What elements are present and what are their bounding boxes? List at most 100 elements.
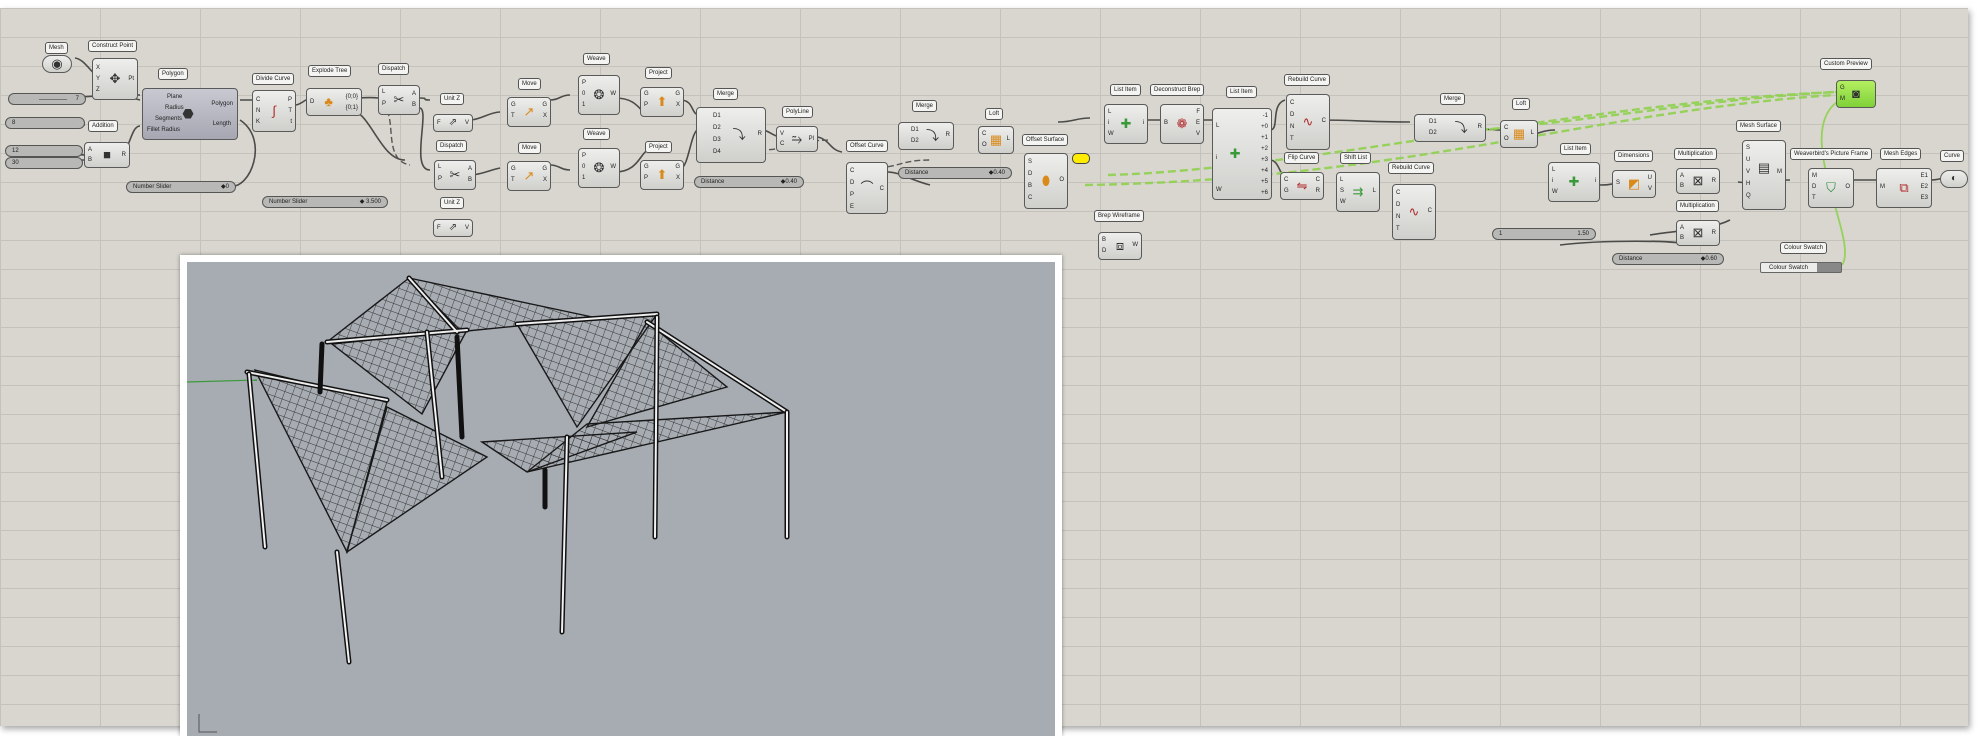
loft-label: Loft bbox=[985, 108, 1004, 120]
brep-wireframe-component[interactable]: BD ⧈ W bbox=[1098, 232, 1142, 260]
rebuild-curve-label-bottom: Rebuild Curve bbox=[1388, 162, 1435, 174]
multiplication-label-top: Multiplication bbox=[1674, 148, 1717, 160]
move-icon: ↗ bbox=[523, 104, 535, 119]
list-item-label-3: List Item bbox=[1560, 143, 1591, 155]
weaverbird-icon: ⛉ bbox=[1826, 180, 1836, 195]
unit-z-component-top[interactable]: F ⇗ V bbox=[433, 114, 473, 132]
slider-1[interactable]: 7 bbox=[8, 93, 86, 105]
flip-curve-component[interactable]: CG ⇋ CR bbox=[1280, 172, 1324, 200]
rebuild-curve-icon: ∿ bbox=[1302, 114, 1314, 129]
polyline-icon: ⥲ bbox=[791, 131, 803, 146]
tree-icon: ♣ bbox=[324, 94, 333, 109]
mesh-edges-label: Mesh Edges bbox=[1880, 148, 1922, 160]
rebuild-curve-component-top[interactable]: CDNT ∿ C bbox=[1286, 94, 1330, 150]
offset-curve-component[interactable]: CDPE ⌒ C bbox=[846, 162, 888, 214]
polygon-icon: ⬣ bbox=[182, 106, 194, 121]
polyline-component[interactable]: VC ⥲ Pl bbox=[776, 126, 818, 152]
custom-preview-component[interactable]: GM ◙ bbox=[1836, 80, 1876, 108]
dispatch-label-top: Dispatch bbox=[378, 63, 410, 75]
move-component-top[interactable]: GT ↗ GX bbox=[507, 97, 551, 127]
slider-4[interactable]: 30 bbox=[5, 157, 83, 169]
unit-z-label-top: Unit Z bbox=[440, 93, 465, 105]
construct-point-component[interactable]: XYZ ✥ Pt bbox=[92, 58, 138, 100]
distance-slider-c[interactable]: Distance ◆0.60 bbox=[1612, 253, 1724, 265]
mesh-component[interactable]: ◉ bbox=[42, 55, 72, 73]
distance-slider-b[interactable]: Distance ◆0.40 bbox=[898, 167, 1012, 179]
deconstruct-brep-component[interactable]: B ❁ FEV bbox=[1160, 104, 1204, 144]
panel-node[interactable] bbox=[1072, 153, 1090, 164]
number-slider-b[interactable]: Number Slider ◆ 3.500 bbox=[262, 196, 388, 208]
rebuild-curve-label-top: Rebuild Curve bbox=[1284, 74, 1331, 86]
divide-curve-component[interactable]: CNK ∫ PTt bbox=[252, 90, 296, 132]
dimensions-component[interactable]: S ◩ UV bbox=[1612, 170, 1656, 198]
explode-tree-label: Explode Tree bbox=[308, 65, 352, 77]
dispatch-component-top[interactable]: LP ✂ AB bbox=[378, 85, 420, 115]
list-item-icon: ✚ bbox=[1120, 116, 1132, 131]
slider-2[interactable]: 8 bbox=[5, 117, 85, 129]
loft-component[interactable]: CO ▦ L bbox=[978, 126, 1014, 154]
dimensions-label: Dimensions bbox=[1614, 150, 1654, 162]
offset-surface-component[interactable]: SDBC ⬮ O bbox=[1024, 153, 1068, 209]
merge-component-3[interactable]: D1 D2 ⤵ R bbox=[1414, 114, 1486, 142]
move-icon: ↗ bbox=[523, 168, 535, 183]
loft-icon: ▦ bbox=[989, 132, 1003, 147]
project-component-bottom[interactable]: GP ⬆ GX bbox=[640, 160, 684, 190]
slider-3[interactable]: 12 bbox=[5, 145, 83, 157]
list-item-component-3[interactable]: LiW ✚ i bbox=[1548, 162, 1600, 202]
rebuild-curve-component-bottom[interactable]: CDNT ∿ C bbox=[1392, 184, 1436, 240]
polygon-label: Polygon bbox=[158, 68, 188, 80]
number-slider-a[interactable]: Number Slider ◆0 bbox=[126, 181, 236, 193]
list-item-component-1[interactable]: LiW ✚ i bbox=[1104, 104, 1148, 144]
shift-list-component[interactable]: LSW ⇉ L bbox=[1336, 172, 1380, 212]
column bbox=[317, 341, 325, 395]
polygon-component[interactable]: Plane Radius Segments Fillet Radius ⬣ Po… bbox=[142, 88, 238, 140]
curve-label: Curve bbox=[1940, 150, 1965, 162]
merge-component[interactable]: D1 D2 D3 D4 ⤵ R bbox=[696, 107, 766, 163]
dimensions-icon: ◩ bbox=[1627, 176, 1641, 191]
custom-preview-label: Custom Preview bbox=[1820, 58, 1872, 70]
list-item-label-2: List Item bbox=[1226, 86, 1257, 98]
dispatch-icon: ✂ bbox=[393, 92, 405, 107]
move-label-bottom: Move bbox=[518, 142, 541, 154]
weave-icon: ❂ bbox=[593, 160, 605, 175]
weave-component-top[interactable]: P01 ❂ W bbox=[578, 75, 620, 115]
addition-component[interactable]: AB ■ R bbox=[84, 142, 130, 168]
shift-list-label: Shift List bbox=[1340, 152, 1372, 164]
offset-curve-icon: ⌒ bbox=[860, 180, 874, 195]
explode-tree-component[interactable]: D ♣ {0;0} {0;1} bbox=[306, 88, 362, 116]
list-item-component-2[interactable]: L i W ✚ -1 +0 +1 +2 +3 +4 +5 +6 bbox=[1212, 108, 1272, 200]
multiplication-component-top[interactable]: AB ⊠ R bbox=[1676, 168, 1720, 194]
merge-icon: ⤵ bbox=[1454, 120, 1468, 135]
preview-icon: ◙ bbox=[1852, 86, 1860, 101]
offset-curve-label: Offset Curve bbox=[846, 140, 888, 152]
merge-label: Merge bbox=[713, 88, 739, 100]
offset-surface-label: Offset Surface bbox=[1022, 134, 1069, 146]
mesh-icon: ◉ bbox=[51, 56, 63, 71]
plus-icon: ■ bbox=[103, 147, 111, 162]
project-component-top[interactable]: GP ⬆ GX bbox=[640, 87, 684, 117]
weaverbird-component[interactable]: MDT ⛉ O bbox=[1808, 168, 1854, 208]
unit-z-component-bottom[interactable]: F ⇗ V bbox=[433, 219, 473, 237]
mesh-surface-component[interactable]: SUVHQ ▤ M bbox=[1742, 140, 1786, 210]
mesh-edges-component[interactable]: M ⧉ E1 E2 E3 bbox=[1876, 168, 1932, 208]
brep-wireframe-label: Brep Wireframe bbox=[1094, 210, 1145, 222]
move-component-bottom[interactable]: GT ↗ GX bbox=[507, 161, 551, 191]
curve-component[interactable]: ◐ bbox=[1940, 170, 1968, 188]
dispatch-component-bottom[interactable]: LP ✂ AB bbox=[434, 160, 476, 190]
number-slider-right[interactable]: 1 1.50 bbox=[1492, 228, 1596, 240]
merge-icon: ⤵ bbox=[925, 128, 939, 143]
rhino-viewport[interactable] bbox=[180, 255, 1062, 736]
weave-icon: ❂ bbox=[593, 87, 605, 102]
viewport-canvas[interactable] bbox=[187, 262, 1055, 736]
distance-slider-a[interactable]: Distance ◆0.40 bbox=[694, 176, 804, 188]
colour-swatch-component[interactable]: Colour Swatch bbox=[1760, 262, 1842, 273]
multiplication-component-bottom[interactable]: AB ⊠ R bbox=[1676, 220, 1720, 246]
vector-icon: ⇗ bbox=[448, 222, 458, 233]
list-item-icon: ✚ bbox=[1229, 146, 1241, 161]
list-item-icon: ✚ bbox=[1568, 174, 1580, 189]
loft-component-2[interactable]: CO ▦ L bbox=[1500, 120, 1538, 148]
multiplication-label-bottom: Multiplication bbox=[1676, 200, 1719, 212]
weave-component-bottom[interactable]: P01 ❂ W bbox=[578, 148, 620, 188]
merge-component-2[interactable]: D1 D2 ⤵ R bbox=[898, 122, 954, 150]
weave-label-top: Weave bbox=[583, 53, 610, 65]
